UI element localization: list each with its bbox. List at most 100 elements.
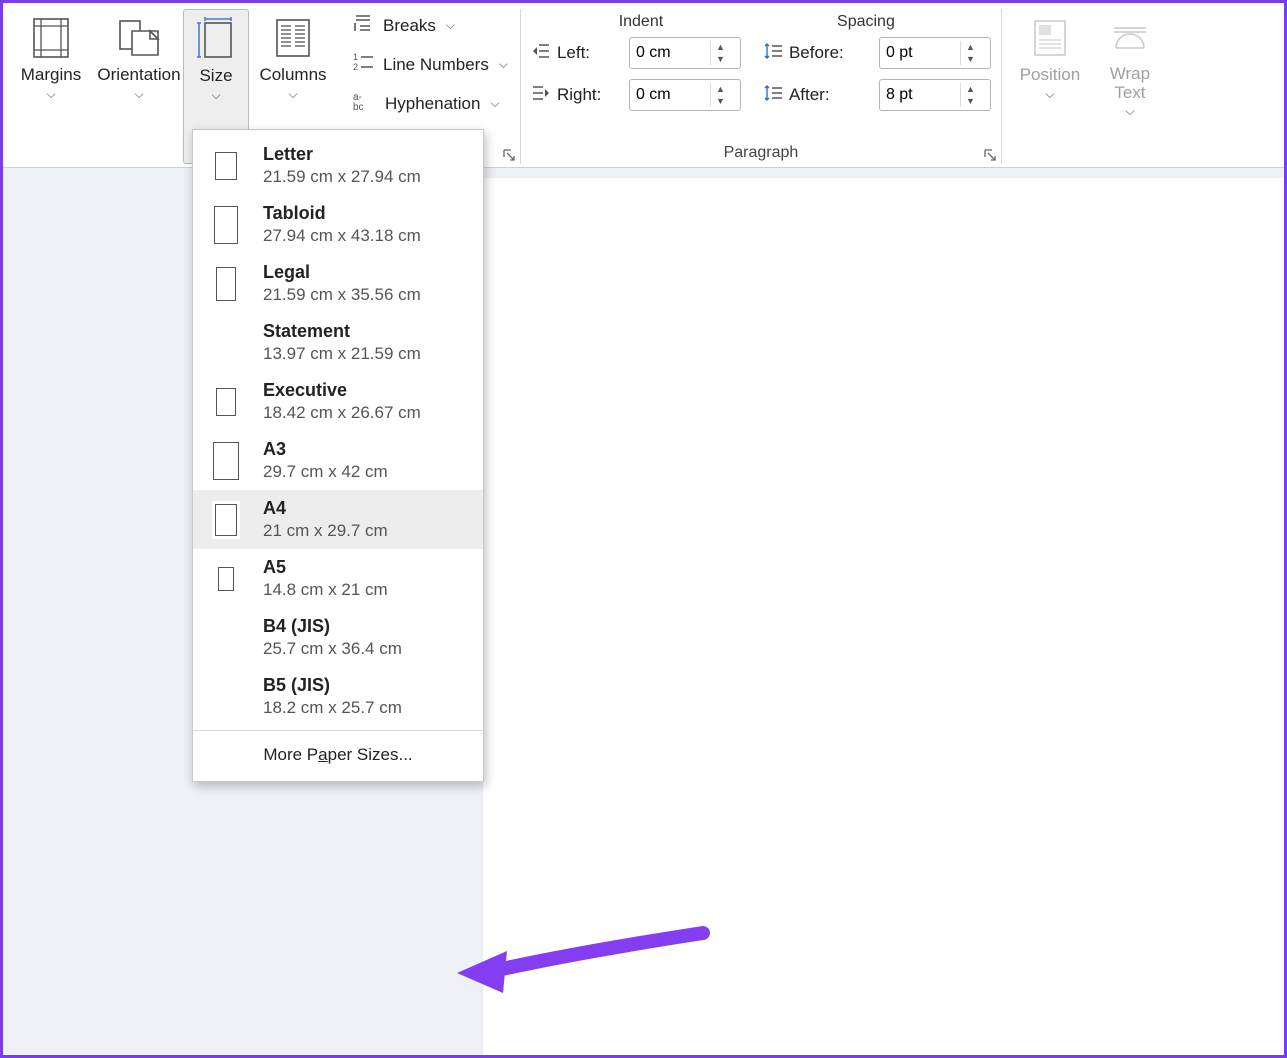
size-option-dims: 21 cm x 29.7 cm	[263, 521, 388, 541]
page-size-icon	[211, 504, 241, 536]
hyphenation-button[interactable]: a-bc Hyphenation ⌵	[353, 91, 508, 116]
size-option-name: B4 (JIS)	[263, 616, 402, 637]
spinner-up[interactable]: ▲	[711, 41, 730, 53]
indent-header: Indent	[531, 13, 751, 31]
size-option-text: Executive18.42 cm x 26.67 cm	[263, 380, 421, 423]
margins-button[interactable]: Margins ⌵	[7, 9, 95, 164]
size-option-name: A3	[263, 439, 388, 460]
indent-left-input[interactable]	[630, 42, 710, 64]
more-sizes-prefix: More P	[263, 745, 318, 764]
size-option-name: Statement	[263, 321, 421, 342]
indent-right-icon	[531, 84, 551, 107]
svg-text:2: 2	[353, 62, 358, 72]
chevron-down-icon: ⌵	[134, 87, 143, 102]
size-option-letter[interactable]: Letter21.59 cm x 27.94 cm	[193, 136, 483, 195]
arrange-group: Position ⌵ Wrap Text ⌵	[1002, 9, 1170, 164]
page-size-icon	[211, 567, 241, 591]
size-option-legal[interactable]: Legal21.59 cm x 35.56 cm	[193, 254, 483, 313]
spinner-down[interactable]: ▼	[711, 53, 730, 65]
spinner-up[interactable]: ▲	[961, 83, 980, 95]
spacing-after-spinner[interactable]: ▲▼	[879, 79, 991, 111]
indent-left-spinner[interactable]: ▲▼	[629, 37, 741, 69]
spinner-down[interactable]: ▼	[961, 95, 980, 107]
indent-right-input[interactable]	[630, 84, 710, 106]
chevron-down-icon: ⌵	[46, 87, 55, 102]
spacing-before-label: Before:	[789, 43, 844, 63]
wrap-text-icon	[1110, 15, 1150, 61]
line-numbers-label: Line Numbers	[383, 55, 489, 75]
size-option-text: A514.8 cm x 21 cm	[263, 557, 388, 600]
spacing-after-icon	[763, 84, 783, 107]
line-numbers-button[interactable]: 12 Line Numbers ⌵	[353, 52, 508, 77]
spinner-up[interactable]: ▲	[711, 83, 730, 95]
svg-text:bc: bc	[353, 102, 364, 111]
size-option-executive[interactable]: Executive18.42 cm x 26.67 cm	[193, 372, 483, 431]
size-option-dims: 14.8 cm x 21 cm	[263, 580, 388, 600]
spacing-after-label: After:	[789, 85, 830, 105]
size-option-a5[interactable]: A514.8 cm x 21 cm	[193, 549, 483, 608]
size-option-dims: 18.42 cm x 26.67 cm	[263, 403, 421, 423]
spinner-down[interactable]: ▼	[711, 95, 730, 107]
indent-left-icon	[531, 42, 551, 65]
paragraph-headers: Indent Spacing	[531, 13, 991, 31]
size-option-dims: 25.7 cm x 36.4 cm	[263, 639, 402, 659]
indent-left-label-wrap: Left:	[531, 42, 623, 65]
size-option-b5-jis-[interactable]: B5 (JIS)18.2 cm x 25.7 cm	[193, 667, 483, 726]
size-option-dims: 27.94 cm x 43.18 cm	[263, 226, 421, 246]
size-label: Size	[199, 66, 232, 86]
page-size-icon	[211, 442, 241, 480]
page-setup-launcher[interactable]	[502, 148, 516, 162]
paragraph-group-label: Paragraph	[521, 144, 1001, 162]
breaks-icon	[353, 13, 375, 38]
orientation-icon	[116, 15, 162, 61]
size-option-dims: 18.2 cm x 25.7 cm	[263, 698, 402, 718]
size-option-text: A329.7 cm x 42 cm	[263, 439, 388, 482]
spacing-before-spinner[interactable]: ▲▼	[879, 37, 991, 69]
more-paper-sizes[interactable]: More Paper Sizes...	[193, 731, 483, 781]
size-option-dims: 21.59 cm x 27.94 cm	[263, 167, 421, 187]
size-option-a4[interactable]: A421 cm x 29.7 cm	[193, 490, 483, 549]
size-option-text: Legal21.59 cm x 35.56 cm	[263, 262, 421, 305]
size-option-text: B5 (JIS)18.2 cm x 25.7 cm	[263, 675, 402, 718]
wrap-text-button: Wrap Text ⌵	[1094, 9, 1166, 164]
paragraph-launcher[interactable]	[983, 148, 997, 162]
chevron-down-icon: ⌵	[446, 18, 455, 33]
position-label: Position	[1020, 65, 1080, 85]
size-option-statement[interactable]: Statement13.97 cm x 21.59 cm	[193, 313, 483, 372]
chevron-down-icon: ⌵	[499, 57, 508, 72]
margins-label: Margins	[21, 65, 81, 85]
spacing-after-input[interactable]	[880, 84, 960, 106]
breaks-button[interactable]: Breaks ⌵	[353, 13, 508, 38]
hyphenation-icon: a-bc	[353, 91, 377, 116]
size-option-dims: 21.59 cm x 35.56 cm	[263, 285, 421, 305]
size-option-name: Legal	[263, 262, 421, 283]
chevron-down-icon: ⌵	[211, 88, 220, 103]
margins-icon	[30, 15, 72, 61]
breaks-label: Breaks	[383, 16, 436, 36]
size-option-tabloid[interactable]: Tabloid27.94 cm x 43.18 cm	[193, 195, 483, 254]
size-option-dims: 13.97 cm x 21.59 cm	[263, 344, 421, 364]
chevron-down-icon: ⌵	[1125, 104, 1134, 119]
hyphenation-label: Hyphenation	[385, 94, 480, 114]
spacing-after-label-wrap: After:	[763, 84, 873, 107]
columns-label: Columns	[259, 65, 326, 85]
size-option-name: A4	[263, 498, 388, 519]
indent-right-label-wrap: Right:	[531, 84, 623, 107]
size-option-text: A421 cm x 29.7 cm	[263, 498, 388, 541]
size-option-name: Letter	[263, 144, 421, 165]
size-option-text: B4 (JIS)25.7 cm x 36.4 cm	[263, 616, 402, 659]
size-option-text: Statement13.97 cm x 21.59 cm	[263, 321, 421, 364]
size-dropdown: Letter21.59 cm x 27.94 cmTabloid27.94 cm…	[192, 129, 484, 782]
indent-right-spinner[interactable]: ▲▼	[629, 79, 741, 111]
chevron-down-icon: ⌵	[288, 87, 297, 102]
spacing-before-label-wrap: Before:	[763, 42, 873, 65]
orientation-button[interactable]: Orientation ⌵	[95, 9, 183, 164]
spacing-before-input[interactable]	[880, 42, 960, 64]
size-option-a3[interactable]: A329.7 cm x 42 cm	[193, 431, 483, 490]
spinner-down[interactable]: ▼	[961, 53, 980, 65]
line-numbers-icon: 12	[353, 52, 375, 77]
position-icon	[1031, 15, 1069, 61]
spinner-up[interactable]: ▲	[961, 41, 980, 53]
page-size-icon	[211, 267, 241, 301]
size-option-b4-jis-[interactable]: B4 (JIS)25.7 cm x 36.4 cm	[193, 608, 483, 667]
